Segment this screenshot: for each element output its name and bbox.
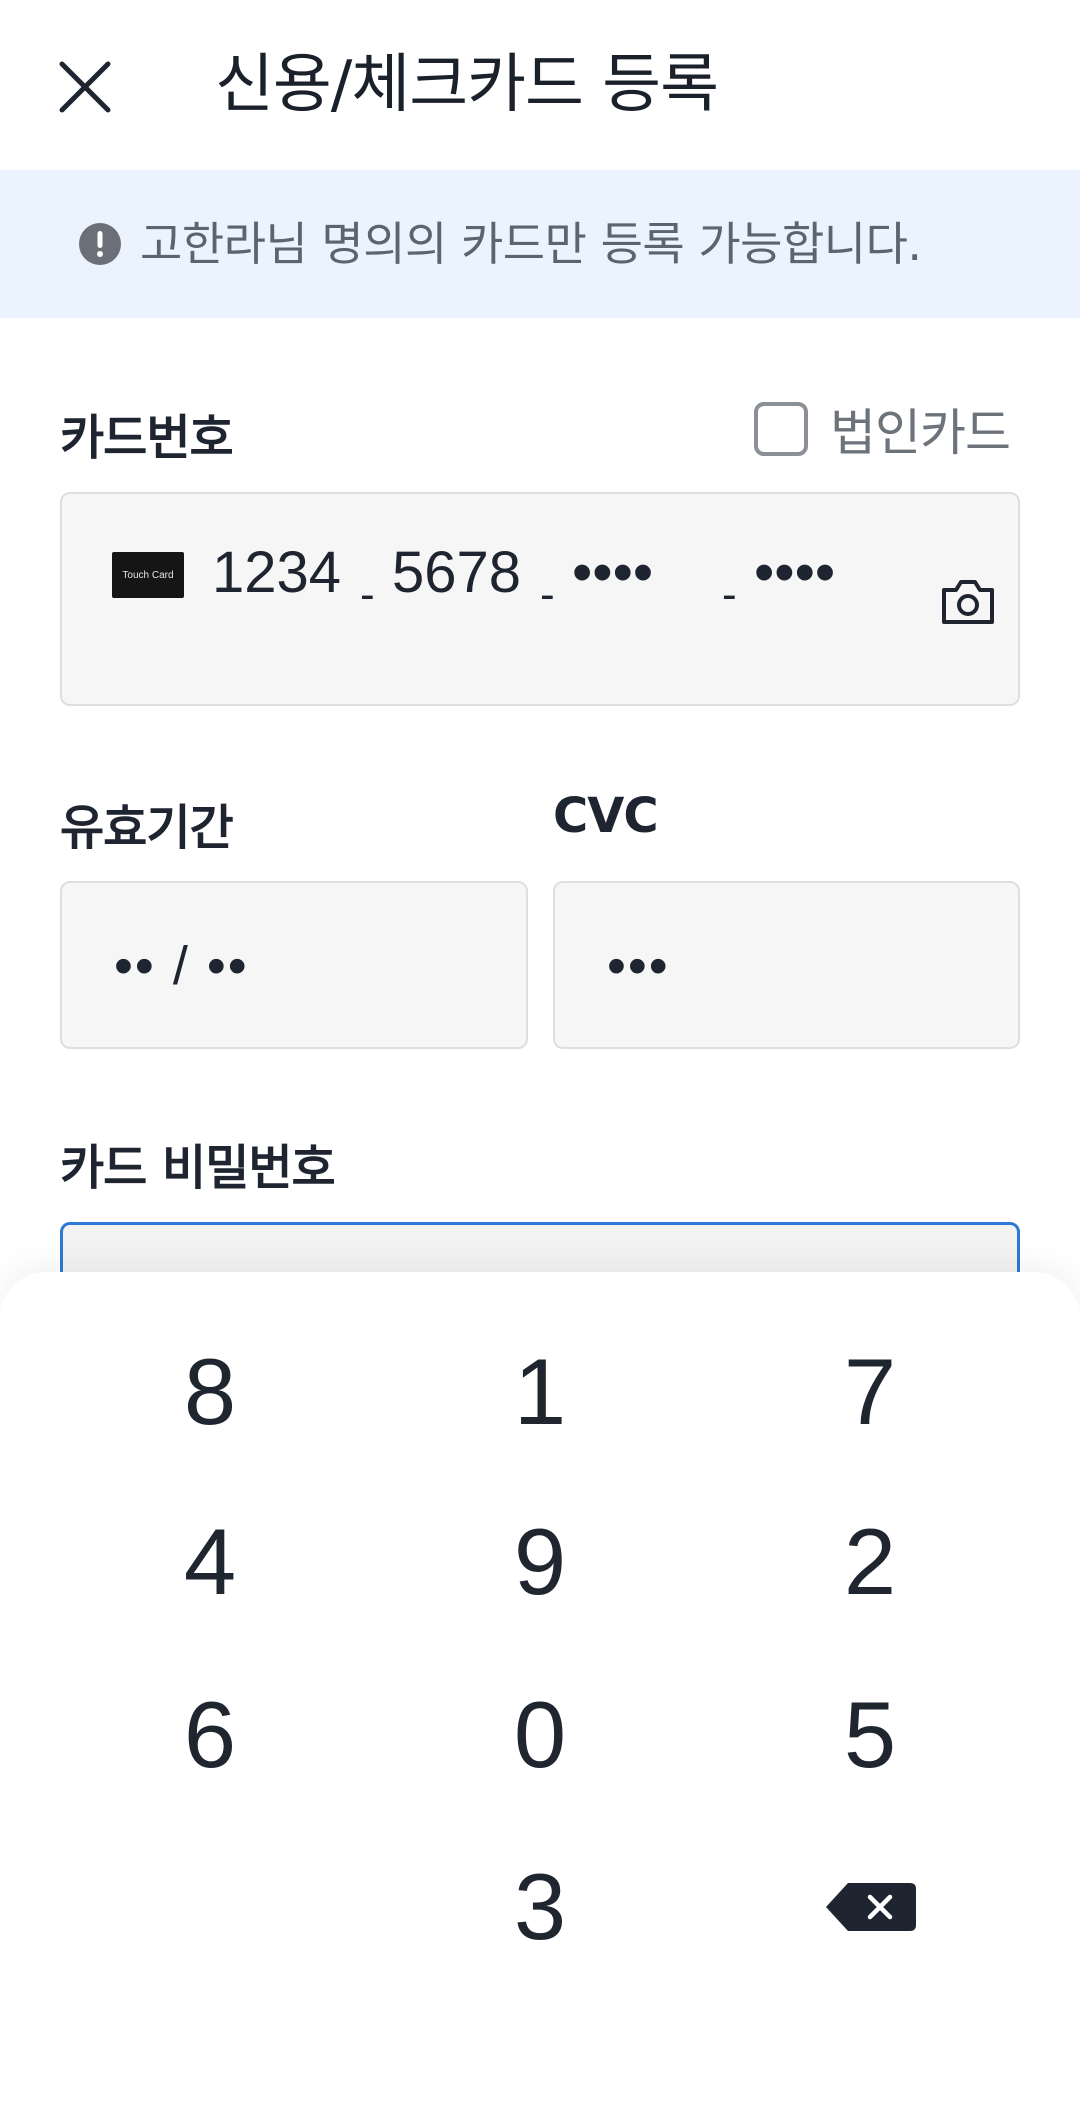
page-title: 신용/체크카드 등록 [215,48,719,122]
card-number-group-4[interactable]: •••• [754,538,835,608]
cvc-label: CVC [553,788,659,844]
touch-card-logo: Touch Card [112,552,184,598]
expiry-label: 유효기간 [60,800,234,856]
keypad-key[interactable]: 2 [720,1487,1020,1637]
keypad-key[interactable]: 1 [390,1317,690,1467]
corporate-card-label: 법인카드 [830,404,1011,462]
card-number-group-3[interactable]: •••• [572,538,653,608]
keypad-key[interactable]: 8 [60,1317,360,1467]
camera-icon[interactable] [936,570,1000,634]
keypad-key[interactable]: 7 [720,1317,1020,1467]
card-number-field[interactable]: Touch Card 1234 - 5678 - •••• - •••• [60,492,1020,706]
card-number-separator: - [360,570,375,619]
keypad-key[interactable]: 0 [390,1660,690,1810]
keypad-key[interactable]: 9 [390,1487,690,1637]
expiry-field[interactable]: •• / •• [60,881,528,1049]
exclamation-circle-icon [78,222,122,266]
secure-keypad: 8 1 7 4 9 2 6 0 5 3 [0,1272,1080,2110]
card-password-label: 카드 비밀번호 [60,1140,336,1196]
checkbox-box[interactable] [754,402,808,456]
keypad-key[interactable]: 6 [60,1660,360,1810]
close-icon[interactable] [50,52,120,122]
card-number-group-1[interactable]: 1234 [212,538,341,608]
notice-text: 고한라님 명의의 카드만 등록 가능합니다. [140,217,922,271]
card-number-separator: - [722,570,737,619]
corporate-card-checkbox[interactable]: 법인카드 [754,398,1011,462]
keypad-key[interactable]: 4 [60,1487,360,1637]
notice-banner: 고한라님 명의의 카드만 등록 가능합니다. [0,170,1080,318]
keypad-key[interactable]: 5 [720,1660,1020,1810]
keypad-key[interactable]: 3 [390,1832,690,1982]
expiry-value: •• / •• [114,936,249,996]
card-number-group-2[interactable]: 5678 [392,538,521,608]
card-number-separator: - [540,570,555,619]
header: 신용/체크카드 등록 [0,0,1080,170]
backspace-icon[interactable] [720,1832,1020,1982]
cvc-field[interactable]: ••• [553,881,1020,1049]
cvc-value: ••• [607,936,670,996]
card-number-label: 카드번호 [60,410,234,466]
